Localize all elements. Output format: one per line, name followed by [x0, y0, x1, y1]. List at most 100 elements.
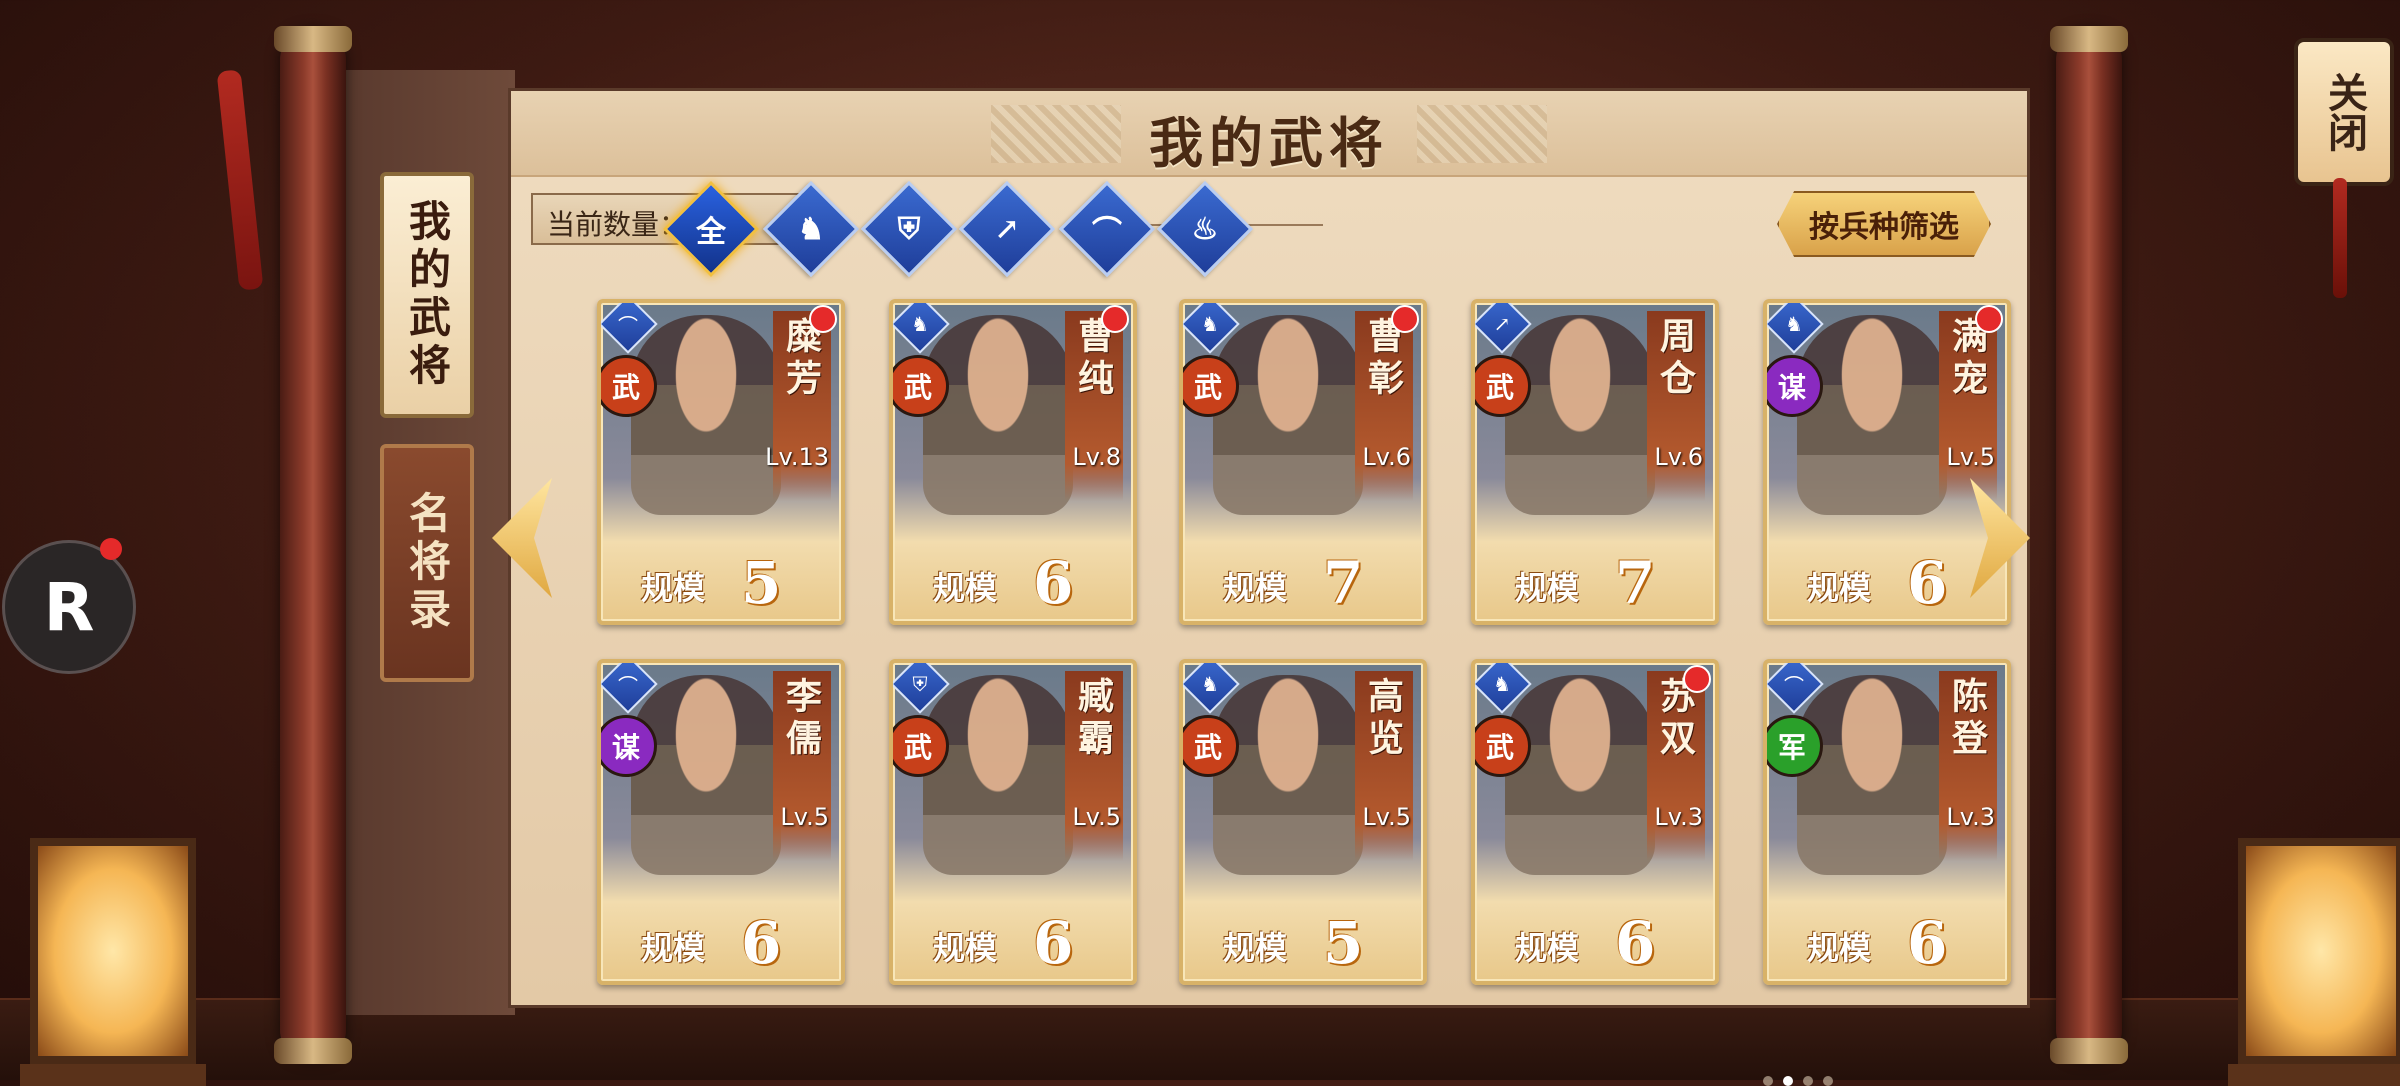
- page-dot: [1783, 1076, 1793, 1086]
- notification-dot: [1391, 305, 1419, 333]
- general-level: Lv.5: [1072, 803, 1121, 831]
- general-type-badge: 武: [893, 355, 949, 417]
- filter-shield-icon: ⛨: [897, 211, 921, 247]
- general-level: Lv.5: [1362, 803, 1411, 831]
- close-tassel: [2333, 178, 2347, 298]
- right-lantern: [2228, 838, 2400, 1086]
- right-scroll-roller: [2050, 26, 2128, 1064]
- general-portrait: [1213, 675, 1363, 875]
- scale-value: 7: [1615, 549, 1656, 617]
- general-name: 高览: [1362, 677, 1404, 761]
- page-dot: [1803, 1076, 1813, 1086]
- general-type-badge: 谋: [1767, 355, 1823, 417]
- scale-label: 规模: [1223, 569, 1288, 607]
- scale-value: 6: [1033, 909, 1074, 977]
- general-level: Lv.6: [1654, 443, 1703, 471]
- general-portrait: [1797, 675, 1947, 875]
- general-card[interactable]: 满宠 Lv.5 ♞ 谋规模 6: [1763, 299, 2011, 625]
- general-card[interactable]: 陈登 Lv.3 ⌒ 军规模 6: [1763, 659, 2011, 985]
- tab-famous-generals[interactable]: 名将录: [380, 444, 474, 682]
- general-portrait: [631, 675, 781, 875]
- scale-value: 6: [1033, 549, 1074, 617]
- general-portrait: [1213, 315, 1363, 515]
- generals-panel: 我的武将 当前数量：36 全♞⛨↗⌒♨ 按兵种筛选 糜芳Lv.13⌒武规模5曹纯…: [508, 88, 2030, 1086]
- general-card[interactable]: 臧霸 Lv.5 ⛨ 武规模 6: [889, 659, 1137, 985]
- general-type-badge: 军: [1767, 715, 1823, 777]
- filter-engine-icon: ♨: [1191, 211, 1219, 247]
- notification-dot: [1975, 305, 2003, 333]
- general-name: 李儒: [780, 677, 822, 761]
- filter-by-troop-button[interactable]: 按兵种筛选: [1777, 191, 1991, 257]
- scale-label: 规模: [641, 569, 706, 607]
- general-card[interactable]: 糜芳 Lv.13 ⌒ 武规模 5: [597, 299, 845, 625]
- close-button[interactable]: 关闭: [2294, 38, 2394, 186]
- general-level: Lv.6: [1362, 443, 1411, 471]
- scale-label: 规模: [1515, 929, 1580, 967]
- scroll-tassel: [216, 69, 264, 291]
- tab-my-generals[interactable]: 我的武将: [380, 172, 474, 418]
- general-card[interactable]: 曹彰 Lv.6 ♞ 武规模 7: [1179, 299, 1427, 625]
- general-card[interactable]: 李儒 Lv.5 ⌒ 谋规模 6: [597, 659, 845, 985]
- left-lantern: [20, 838, 206, 1086]
- scale-value: 6: [1907, 549, 1948, 617]
- notification-dot: [809, 305, 837, 333]
- general-card[interactable]: 苏双 Lv.3 ♞ 武规模 6: [1471, 659, 1719, 985]
- filter-shield[interactable]: ⛨: [860, 180, 958, 278]
- general-portrait: [1505, 675, 1655, 875]
- scale-value: 7: [1323, 549, 1364, 617]
- scale-value: 6: [741, 909, 782, 977]
- filter-cavalry-icon: ♞: [797, 211, 825, 247]
- general-type-badge: 武: [601, 355, 657, 417]
- r-notification-dot: [100, 538, 122, 560]
- r-floating-button[interactable]: R: [2, 540, 136, 674]
- general-name: 臧霸: [1072, 677, 1114, 761]
- scale-value: 5: [741, 549, 782, 617]
- scale-label: 规模: [1515, 569, 1580, 607]
- page-dot: [1763, 1076, 1773, 1086]
- general-type-badge: 武: [893, 715, 949, 777]
- scale-label: 规模: [1807, 569, 1872, 607]
- scale-label: 规模: [1807, 929, 1872, 967]
- notification-dot: [1683, 665, 1711, 693]
- filter-engine[interactable]: ♨: [1156, 180, 1254, 278]
- general-portrait: [1797, 315, 1947, 515]
- general-level: Lv.3: [1946, 803, 1995, 831]
- filter-spear[interactable]: ↗: [958, 180, 1056, 278]
- general-type-badge: 谋: [601, 715, 657, 777]
- general-card[interactable]: 曹纯 Lv.8 ♞ 武规模 6: [889, 299, 1137, 625]
- scale-label: 规模: [1223, 929, 1288, 967]
- general-type-badge: 武: [1183, 355, 1239, 417]
- filter-spear-icon: ↗: [994, 211, 1020, 247]
- general-portrait: [1505, 315, 1655, 515]
- scale-label: 规模: [641, 929, 706, 967]
- general-type-badge: 武: [1475, 355, 1531, 417]
- general-portrait: [631, 315, 781, 515]
- title-band: 我的武将: [511, 91, 2027, 177]
- general-level: Lv.5: [1946, 443, 1995, 471]
- left-scroll-roller: [274, 26, 352, 1064]
- general-type-badge: 武: [1183, 715, 1239, 777]
- notification-dot: [1101, 305, 1129, 333]
- general-level: Lv.3: [1654, 803, 1703, 831]
- filter-all-icon: 全: [696, 215, 726, 250]
- general-name: 周仓: [1654, 317, 1696, 401]
- page-title: 我的武将: [1149, 111, 1389, 175]
- scale-label: 规模: [933, 569, 998, 607]
- general-level: Lv.5: [780, 803, 829, 831]
- scale-label: 规模: [933, 929, 998, 967]
- general-card[interactable]: 周仓 Lv.6 ↗ 武规模 7: [1471, 299, 1719, 625]
- filter-bow[interactable]: ⌒: [1058, 180, 1156, 278]
- scale-value: 5: [1323, 909, 1364, 977]
- general-level: Lv.13: [765, 443, 829, 471]
- filter-bow-icon: ⌒: [1092, 215, 1122, 250]
- general-portrait: [923, 675, 1073, 875]
- general-card[interactable]: 高览 Lv.5 ♞ 武规模 5: [1179, 659, 1427, 985]
- general-portrait: [923, 315, 1073, 515]
- general-name: 陈登: [1946, 677, 1988, 761]
- general-type-badge: 武: [1475, 715, 1531, 777]
- page-dot: [1823, 1076, 1833, 1086]
- scale-value: 6: [1907, 909, 1948, 977]
- general-level: Lv.8: [1072, 443, 1121, 471]
- page-indicator: [1763, 1076, 1833, 1086]
- scale-value: 6: [1615, 909, 1656, 977]
